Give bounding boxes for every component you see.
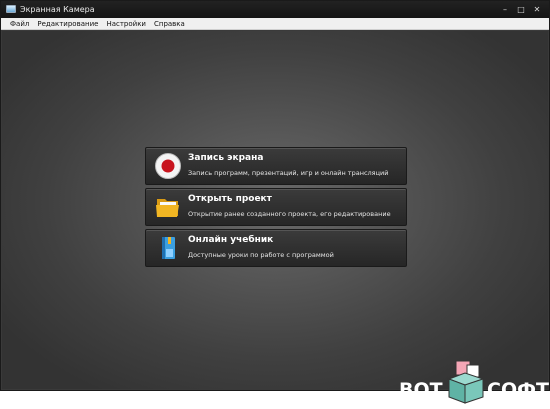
- action-title: Открыть проект: [188, 194, 272, 204]
- action-description: Доступные уроки по работе с программой: [188, 251, 334, 259]
- menu-file[interactable]: Файл: [6, 18, 33, 29]
- action-description: Открытие ранее созданного проекта, его р…: [188, 210, 391, 218]
- folder-icon: [156, 199, 179, 217]
- minimize-button[interactable]: –: [497, 1, 513, 18]
- title-bar[interactable]: Экранная Камера – □ ✕: [1, 1, 549, 18]
- open-project-button[interactable]: Открыть проект Открытие ранее созданного…: [145, 188, 407, 226]
- start-actions: Запись экрана Запись программ, презентац…: [145, 147, 407, 270]
- watermark-left-text: ВОТ: [399, 379, 443, 401]
- record-icon: [155, 153, 181, 179]
- menu-help[interactable]: Справка: [150, 18, 189, 29]
- menu-settings[interactable]: Настройки: [102, 18, 150, 29]
- menu-edit[interactable]: Редактирование: [33, 18, 102, 29]
- action-title: Запись экрана: [188, 153, 264, 163]
- window-controls: – □ ✕: [497, 1, 545, 18]
- close-button[interactable]: ✕: [529, 1, 545, 18]
- watermark-right-text: СОФТ: [487, 379, 549, 401]
- app-icon: [6, 5, 16, 13]
- online-tutorial-button[interactable]: Онлайн учебник Доступные уроки по работе…: [145, 229, 407, 267]
- box-icon: [447, 361, 485, 404]
- action-title: Онлайн учебник: [188, 235, 274, 245]
- watermark-logo: ВОТ СОФТ: [399, 349, 549, 409]
- menu-bar: Файл Редактирование Настройки Справка: [1, 18, 549, 30]
- app-window: Экранная Камера – □ ✕ Файл Редактировани…: [0, 0, 550, 404]
- window-title: Экранная Камера: [20, 5, 95, 14]
- maximize-button[interactable]: □: [513, 1, 529, 18]
- main-area: Запись экрана Запись программ, презентац…: [2, 31, 549, 404]
- action-description: Запись программ, презентаций, игр и онла…: [188, 169, 389, 177]
- record-screen-button[interactable]: Запись экрана Запись программ, презентац…: [145, 147, 407, 185]
- book-icon: [162, 237, 175, 259]
